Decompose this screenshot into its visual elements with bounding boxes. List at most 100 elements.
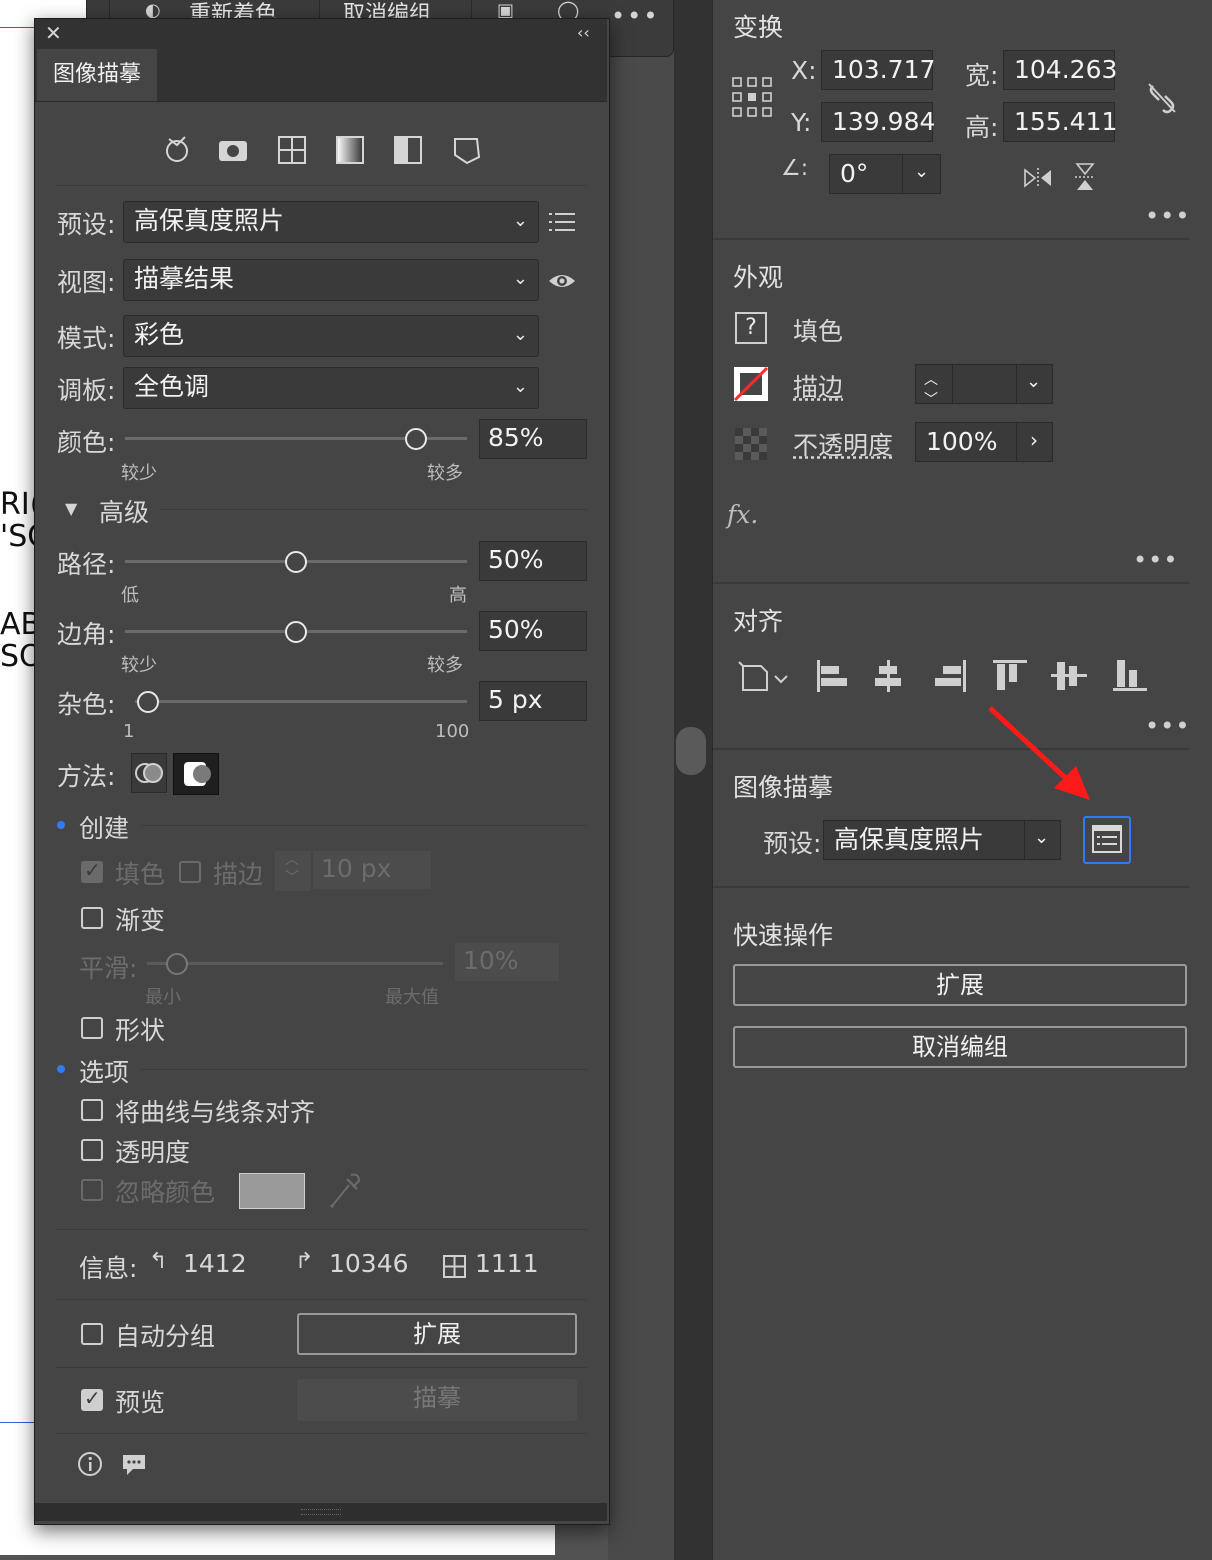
noise-slider-track[interactable] xyxy=(135,700,467,703)
opacity-field[interactable]: 100% › xyxy=(915,422,1053,462)
preview-checkbox[interactable] xyxy=(81,1386,103,1411)
noise-slider-knob[interactable] xyxy=(137,691,160,713)
method-overlapping-button[interactable] xyxy=(173,753,219,795)
align-vertical-center-icon[interactable] xyxy=(1051,662,1087,690)
preset-list-icon[interactable] xyxy=(549,211,577,233)
flip-horizontal-icon[interactable] xyxy=(1023,166,1053,190)
resize-grip[interactable] xyxy=(301,1509,341,1515)
chevron-down-icon[interactable]: ﹀ xyxy=(924,381,938,419)
advanced-toggle[interactable]: 高级 xyxy=(99,493,149,529)
chevron-down-icon[interactable]: ⌄ xyxy=(914,153,929,191)
more-options-icon[interactable]: ••• xyxy=(1145,202,1190,230)
divider xyxy=(713,886,1189,888)
collapse-icon[interactable]: ‹‹ xyxy=(577,25,590,41)
align-horizontal-center-icon[interactable] xyxy=(875,660,901,692)
align-to-icon[interactable] xyxy=(738,661,788,691)
eyedropper-icon[interactable] xyxy=(327,1171,363,1209)
align-bottom-icon[interactable] xyxy=(1111,656,1151,696)
stroke-label[interactable]: 描边 xyxy=(793,368,843,404)
black-white-icon[interactable] xyxy=(394,136,422,164)
fill-checkbox[interactable] xyxy=(81,858,103,883)
opacity-checker-icon xyxy=(735,428,767,460)
palette-dropdown[interactable]: 全色调 ⌄ xyxy=(123,367,539,409)
quick-expand-button[interactable]: 扩展 xyxy=(733,964,1187,1006)
colors-slider-knob[interactable] xyxy=(404,428,427,450)
shape-checkbox[interactable] xyxy=(81,1017,103,1039)
align-right-icon[interactable] xyxy=(935,660,966,692)
colors-value-field[interactable]: 85% xyxy=(479,419,587,459)
stroke-weight-field[interactable]: ︿ ﹀ ⌄ xyxy=(915,363,1053,408)
chevron-down-icon[interactable]: ⌄ xyxy=(1034,819,1049,857)
trace-button[interactable]: 描摹 xyxy=(297,1379,577,1421)
triangle-down-icon[interactable]: ▼ xyxy=(65,501,77,517)
constrain-proportions-icon[interactable] xyxy=(1145,80,1179,116)
width-field[interactable]: 104.263 xyxy=(1003,50,1117,90)
info-icon[interactable] xyxy=(77,1451,103,1477)
divider xyxy=(713,748,1189,750)
auto-group-checkbox[interactable] xyxy=(81,1323,103,1345)
align-left-icon[interactable] xyxy=(817,660,847,692)
flip-vertical-icon[interactable] xyxy=(1073,162,1097,192)
more-options-icon[interactable]: ••• xyxy=(1145,712,1190,740)
opacity-label[interactable]: 不透明度 xyxy=(793,426,893,462)
smooth-slider-knob[interactable] xyxy=(165,953,188,975)
paths-value-field[interactable]: 50% xyxy=(479,541,587,581)
outline-icon[interactable] xyxy=(454,138,481,165)
more-options-icon[interactable]: ••• xyxy=(1133,546,1178,574)
recolor-button[interactable]: 重新着色 xyxy=(189,0,277,20)
stroke-stepper[interactable]: ︿ ﹀ xyxy=(275,851,311,891)
paths-slider-knob[interactable] xyxy=(285,551,307,573)
paths-label: 路径: xyxy=(57,550,116,579)
ignore-color-swatch[interactable] xyxy=(239,1173,305,1209)
auto-color-icon[interactable] xyxy=(166,136,188,162)
feedback-icon[interactable] xyxy=(121,1453,149,1479)
corners-value-field[interactable]: 50% xyxy=(479,611,587,651)
method-label: 方法: xyxy=(57,762,116,791)
mode-dropdown[interactable]: 彩色 ⌄ xyxy=(123,315,539,357)
smooth-value-field[interactable]: 10% xyxy=(455,943,559,981)
y-field[interactable]: 139.984 xyxy=(821,102,935,142)
reference-point-icon[interactable] xyxy=(731,76,773,118)
ignore-color-checkbox[interactable] xyxy=(81,1179,103,1201)
transparency-checkbox[interactable] xyxy=(81,1139,103,1161)
camera-icon[interactable] xyxy=(219,141,247,161)
search-icon[interactable]: ◯ xyxy=(557,0,579,20)
noise-label: 杂色: xyxy=(57,690,116,719)
open-image-trace-panel-button[interactable] xyxy=(1083,816,1131,864)
align-top-icon[interactable] xyxy=(993,660,1027,690)
smooth-slider-track[interactable] xyxy=(147,962,443,965)
gradient-label: 渐变 xyxy=(115,906,166,935)
chevron-down-icon: ⌄ xyxy=(512,210,528,231)
gradient-checkbox[interactable] xyxy=(81,907,103,929)
snap-curves-checkbox[interactable] xyxy=(81,1099,103,1121)
scrollbar-thumb[interactable] xyxy=(676,727,706,775)
close-icon[interactable]: ✕ xyxy=(45,23,62,43)
quick-ungroup-button[interactable]: 取消编组 xyxy=(733,1026,1187,1068)
stroke-checkbox[interactable] xyxy=(179,861,201,883)
trace-preset-label: 预设: xyxy=(763,829,822,858)
preset-dropdown[interactable]: 高保真度照片 ⌄ xyxy=(123,201,539,243)
stroke-swatch-none-icon[interactable] xyxy=(733,366,769,402)
fill-swatch-unknown-icon[interactable]: ? xyxy=(735,312,767,344)
chevron-right-icon[interactable]: › xyxy=(1030,421,1038,459)
panel-resize-bar[interactable] xyxy=(35,1503,607,1521)
grayscale-icon[interactable] xyxy=(336,136,364,164)
panel-scrollbar[interactable] xyxy=(674,0,712,1560)
more-icon[interactable]: ••• xyxy=(611,4,659,28)
ungroup-button[interactable]: 取消编组 xyxy=(343,0,431,20)
eye-icon[interactable] xyxy=(547,271,577,291)
low-color-icon[interactable] xyxy=(278,136,306,164)
chevron-down-icon[interactable]: ⌄ xyxy=(1026,363,1041,401)
x-field[interactable]: 103.717 xyxy=(821,50,935,90)
expand-button[interactable]: 扩展 xyxy=(297,1313,577,1355)
corners-slider-knob[interactable] xyxy=(285,621,307,643)
stroke-width-field[interactable]: 10 px xyxy=(313,851,431,889)
tab-image-trace[interactable]: 图像描摹 xyxy=(37,49,157,101)
method-abutting-button[interactable] xyxy=(131,753,167,793)
trace-preset-dropdown[interactable]: 高保真度照片 ⌄ xyxy=(823,820,1061,860)
angle-field[interactable]: 0° ⌄ xyxy=(829,154,941,194)
fx-icon[interactable]: fx. xyxy=(727,500,758,529)
view-dropdown[interactable]: 描摹结果 ⌄ xyxy=(123,259,539,301)
noise-value-field[interactable]: 5 px xyxy=(479,681,587,721)
height-field[interactable]: 155.411 xyxy=(1003,102,1117,142)
